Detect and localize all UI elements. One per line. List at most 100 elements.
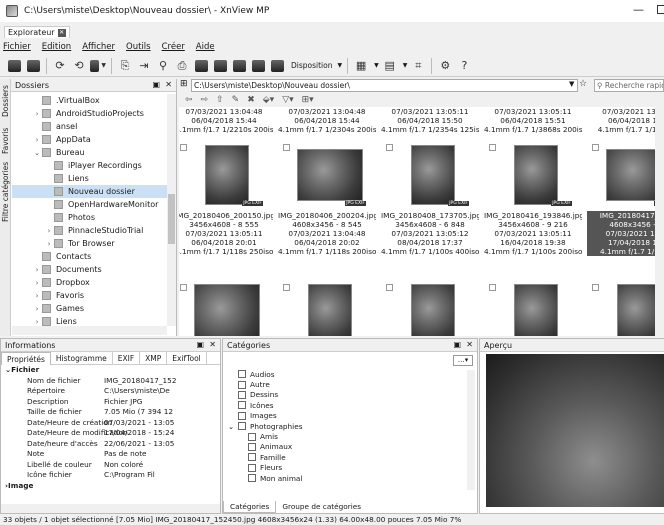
chevron-right-icon[interactable]: ›: [32, 110, 42, 118]
close-icon[interactable]: ✕: [466, 340, 473, 349]
print-icon[interactable]: ⎙: [174, 58, 190, 74]
info-tab-xmp[interactable]: XMP: [140, 351, 168, 365]
tree-item[interactable]: ansel: [12, 120, 167, 133]
move-icon[interactable]: ⇥: [136, 58, 152, 74]
chevron-down-icon[interactable]: ▼: [337, 62, 342, 69]
chevron-right-icon[interactable]: ›: [32, 279, 42, 287]
select-checkbox[interactable]: [489, 284, 496, 291]
category-item[interactable]: Autre: [228, 379, 477, 389]
slideshow-icon[interactable]: [193, 58, 209, 74]
tree-item[interactable]: › PinnacleStudioTrial: [12, 224, 167, 237]
tag-icon[interactable]: ⬙▾: [263, 95, 274, 105]
grid-view-icon[interactable]: ⊞▾: [302, 95, 314, 105]
tree-item[interactable]: › Documents: [12, 263, 167, 276]
thumbnail[interactable]: [278, 259, 376, 336]
layout-menu[interactable]: Disposition: [291, 61, 332, 70]
menu-fichier[interactable]: Fichier: [3, 42, 31, 52]
category-checkbox[interactable]: [238, 401, 246, 410]
select-checkbox[interactable]: [283, 284, 290, 291]
batch-icon[interactable]: [231, 58, 247, 74]
chevron-right-icon[interactable]: ›: [44, 227, 54, 235]
category-checkbox[interactable]: [238, 380, 246, 389]
tree-item[interactable]: › Liens: [12, 315, 167, 326]
capture-icon[interactable]: [250, 58, 266, 74]
tree-item[interactable]: Contacts: [12, 250, 167, 263]
thumbnail[interactable]: JPG EXIF: [484, 139, 582, 210]
info-tab-exif[interactable]: EXIF: [113, 351, 141, 365]
category-item[interactable]: Icônes: [228, 400, 477, 410]
info-hscrollbar[interactable]: [1, 504, 220, 513]
menu-aide[interactable]: Aide: [196, 42, 215, 52]
sync-icon[interactable]: ⟲: [71, 58, 87, 74]
help-icon[interactable]: ?: [456, 58, 472, 74]
chevron-right-icon[interactable]: ›: [32, 305, 42, 313]
side-tab-filtre[interactable]: Filtre catégories: [0, 161, 11, 223]
category-item[interactable]: Amis: [228, 431, 477, 441]
select-checkbox[interactable]: [592, 144, 599, 151]
categories-vscrollbar[interactable]: [467, 370, 475, 490]
select-checkbox[interactable]: [386, 144, 393, 151]
tab-explorateur[interactable]: Explorateur ✕: [4, 26, 70, 38]
category-item[interactable]: Famille: [228, 452, 477, 462]
acquire-icon[interactable]: ▼: [90, 58, 106, 74]
section-image[interactable]: › Image: [1, 481, 220, 492]
select-checkbox[interactable]: [180, 284, 187, 291]
close-icon[interactable]: ✕: [209, 340, 216, 349]
category-checkbox[interactable]: [238, 422, 246, 431]
select-checkbox[interactable]: [592, 284, 599, 291]
select-checkbox[interactable]: [386, 284, 393, 291]
delete-icon[interactable]: ✖: [247, 95, 255, 105]
chevron-right-icon[interactable]: ›: [44, 240, 54, 248]
sort-icon[interactable]: ▤: [382, 58, 398, 74]
category-checkbox[interactable]: [248, 432, 256, 441]
fullscreen-icon[interactable]: [25, 58, 41, 74]
favorite-star-icon[interactable]: ☆: [579, 79, 587, 89]
chevron-down-icon[interactable]: ⌄: [228, 422, 238, 431]
thumbnail[interactable]: JPG EXIF: [587, 139, 664, 210]
tree-hscrollbar[interactable]: [12, 326, 167, 335]
close-icon[interactable]: ✕: [165, 80, 172, 89]
back-icon[interactable]: ⇦: [185, 95, 193, 105]
menu-edition[interactable]: Edition: [42, 42, 71, 52]
menu-outils[interactable]: Outils: [126, 42, 151, 52]
select-checkbox[interactable]: [283, 144, 290, 151]
dock-icon[interactable]: ▣: [152, 80, 160, 89]
side-tab-favoris[interactable]: Favoris: [0, 125, 11, 157]
tree-item[interactable]: › Tor Browser: [12, 237, 167, 250]
settings-panel-icon[interactable]: [269, 58, 285, 74]
options-button[interactable]: …▾: [453, 355, 473, 366]
view-mode-icon[interactable]: ▦: [353, 58, 369, 74]
browser-icon[interactable]: [6, 58, 22, 74]
info-tab-histogramme[interactable]: Histogramme: [51, 351, 113, 365]
category-item[interactable]: ⌄ Photographies: [228, 421, 477, 431]
chevron-right-icon[interactable]: ›: [32, 136, 42, 144]
info-tab-propriétés[interactable]: Propriétés: [1, 351, 51, 365]
thumbnail[interactable]: [484, 259, 582, 336]
thumbnail[interactable]: JPG EXIF: [381, 139, 479, 210]
category-item[interactable]: Mon animal: [228, 473, 477, 483]
select-checkbox[interactable]: [180, 144, 187, 151]
cat-tab[interactable]: Groupe de catégories: [276, 501, 367, 513]
tree-item[interactable]: › Dropbox: [12, 276, 167, 289]
filter-icon[interactable]: ⌗: [410, 58, 426, 74]
category-checkbox[interactable]: [238, 370, 246, 379]
section-fichier[interactable]: ⌄ Fichier: [1, 365, 220, 376]
category-checkbox[interactable]: [248, 442, 256, 451]
copy-icon[interactable]: ⎘: [117, 58, 133, 74]
thumbnail[interactable]: JPG EXIF: [278, 139, 376, 210]
minimize-icon[interactable]: —: [633, 3, 644, 16]
category-item[interactable]: Audios: [228, 369, 477, 379]
tree-item[interactable]: › Favoris: [12, 289, 167, 302]
funnel-icon[interactable]: ▽▾: [282, 95, 293, 105]
category-item[interactable]: Dessins: [228, 390, 477, 400]
compare-icon[interactable]: [212, 58, 228, 74]
select-checkbox[interactable]: [489, 144, 496, 151]
chevron-right-icon[interactable]: ›: [32, 318, 42, 326]
gear-icon[interactable]: ⚙: [437, 58, 453, 74]
thumbnail[interactable]: [381, 259, 479, 336]
info-tab-exiftool[interactable]: ExifTool: [167, 351, 207, 365]
refresh-icon[interactable]: ⟳: [52, 58, 68, 74]
category-item[interactable]: Animaux: [228, 442, 477, 452]
chevron-right-icon[interactable]: ›: [32, 266, 42, 274]
chevron-right-icon[interactable]: ›: [32, 292, 42, 300]
